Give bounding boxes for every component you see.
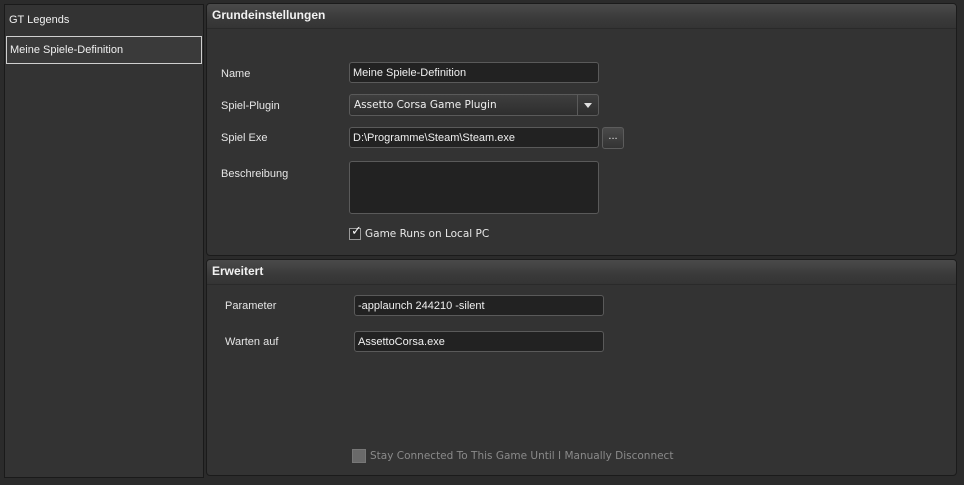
plugin-select[interactable]: Assetto Corsa Game Plugin bbox=[349, 94, 599, 116]
basic-settings-title: Grundeinstellungen bbox=[207, 4, 956, 29]
plugin-label: Spiel-Plugin bbox=[221, 100, 280, 112]
stay-connected-checkbox-row[interactable]: Stay Connected To This Game Until I Manu… bbox=[352, 449, 673, 463]
browse-button[interactable]: ... bbox=[602, 127, 624, 149]
local-pc-label: Game Runs on Local PC bbox=[365, 228, 490, 240]
checkmark-icon: ✓ bbox=[351, 224, 362, 239]
parameter-input[interactable] bbox=[354, 295, 604, 316]
advanced-settings-title: Erweitert bbox=[207, 260, 956, 285]
basic-settings-panel: Grundeinstellungen Name Spiel-Plugin Ass… bbox=[206, 3, 957, 256]
wait-for-input[interactable] bbox=[354, 331, 604, 352]
description-label: Beschreibung bbox=[221, 168, 289, 180]
advanced-settings-panel: Erweitert Parameter Warten auf Stay Conn… bbox=[206, 259, 957, 476]
stay-connected-checkbox[interactable] bbox=[352, 449, 366, 463]
wait-label: Warten auf bbox=[225, 336, 279, 348]
sidebar-item-meine-spiele-definition[interactable]: Meine Spiele-Definition bbox=[6, 36, 202, 64]
exe-label: Spiel Exe bbox=[221, 132, 268, 144]
parameter-label: Parameter bbox=[225, 300, 277, 312]
local-pc-checkbox[interactable]: ✓ bbox=[349, 224, 362, 240]
exe-path-input[interactable] bbox=[349, 127, 599, 148]
stay-connected-label: Stay Connected To This Game Until I Manu… bbox=[370, 450, 674, 462]
name-input[interactable] bbox=[349, 62, 599, 83]
plugin-select-value: Assetto Corsa Game Plugin bbox=[354, 99, 497, 111]
sidebar-item-gt-legends[interactable]: GT Legends bbox=[5, 6, 203, 34]
game-definition-list: GT Legends Meine Spiele-Definition bbox=[4, 4, 204, 478]
chevron-down-icon[interactable] bbox=[577, 95, 598, 115]
description-textarea[interactable] bbox=[349, 161, 599, 214]
local-pc-checkbox-row[interactable]: ✓ Game Runs on Local PC bbox=[349, 224, 490, 240]
name-label: Name bbox=[221, 68, 251, 80]
